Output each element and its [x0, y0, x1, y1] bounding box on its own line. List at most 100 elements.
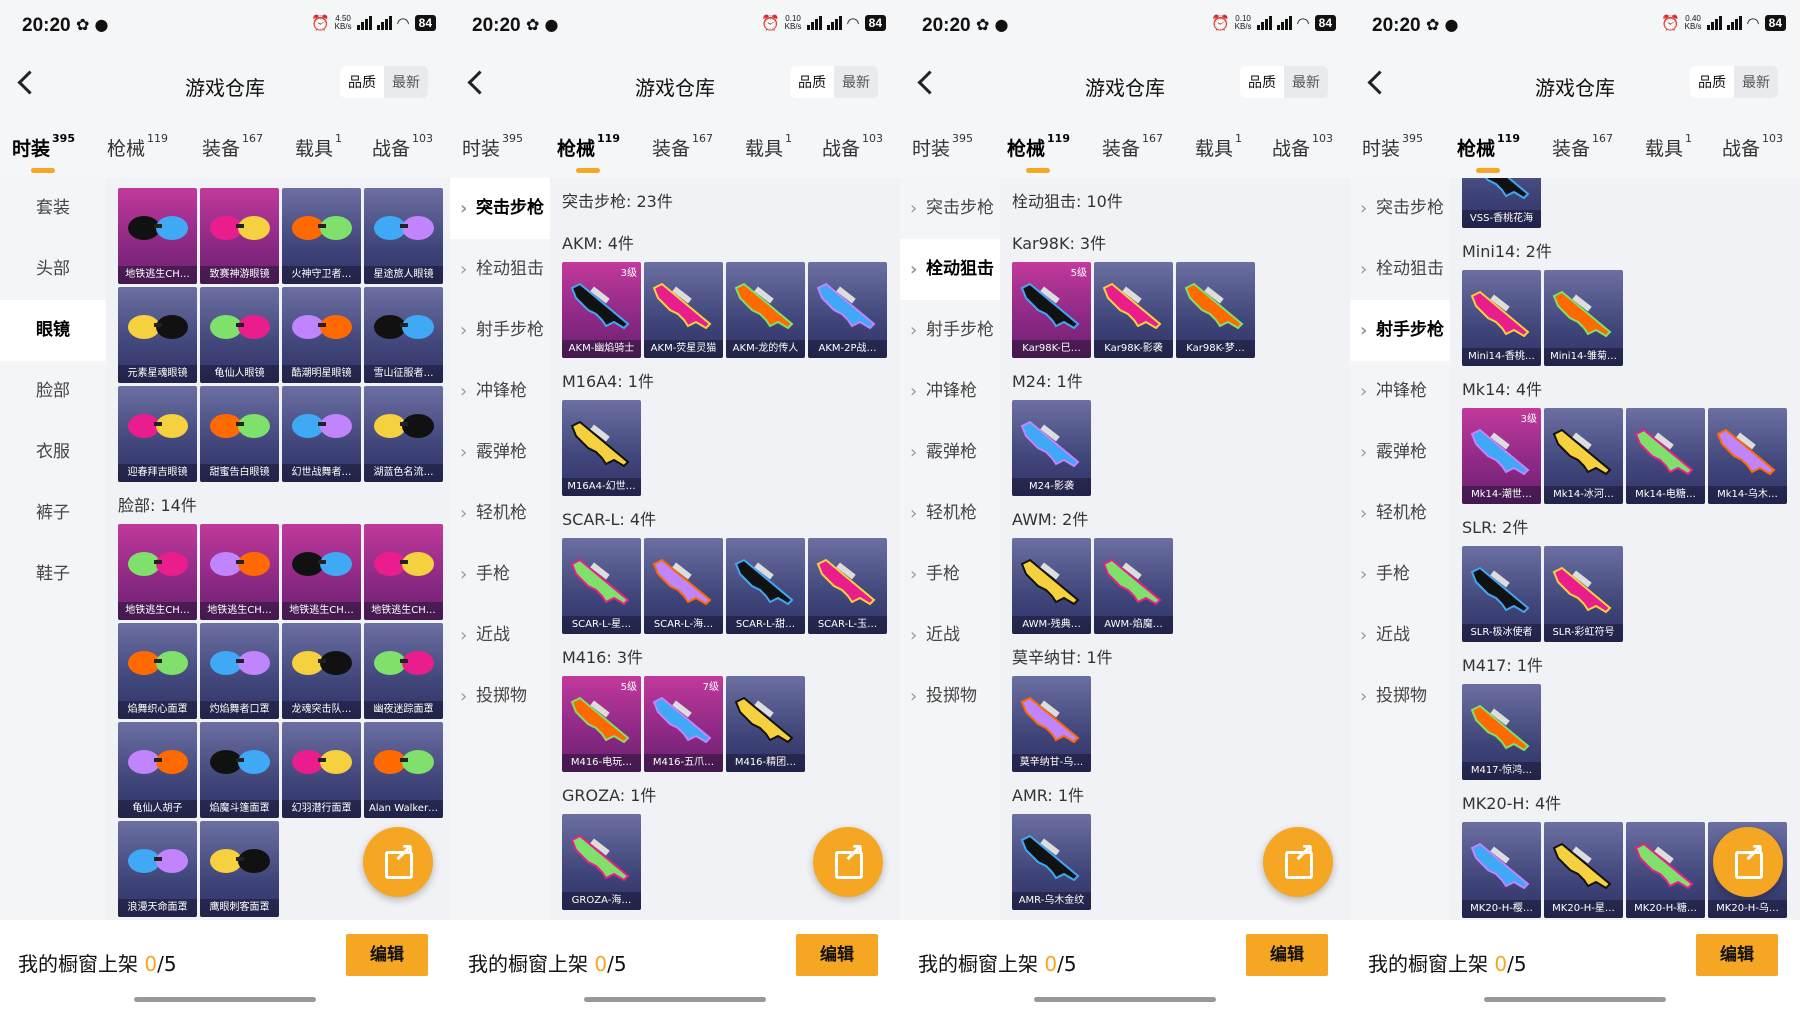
sidebar-item[interactable]: 突击步枪	[1350, 178, 1450, 239]
tab-1[interactable]: 枪械 119	[557, 132, 620, 173]
sidebar-item[interactable]: 突击步枪	[900, 178, 1000, 239]
sidebar-item[interactable]: 冲锋枪	[900, 361, 1000, 422]
tab-4[interactable]: 战备 103	[1272, 132, 1333, 161]
item-card[interactable]: Mk14-乌木…	[1708, 408, 1787, 504]
item-card[interactable]: 雪山征服者…	[364, 287, 443, 383]
item-card[interactable]: Kar98K-梦…	[1176, 262, 1255, 358]
sidebar-item[interactable]: 栓动狙击	[900, 239, 1000, 300]
item-card[interactable]: 星途旅人眼镜	[364, 188, 443, 284]
edit-button[interactable]: 编辑	[796, 934, 878, 976]
item-card[interactable]: 莫辛纳甘-乌…	[1012, 676, 1091, 772]
tab-0[interactable]: 时装 395	[1362, 132, 1423, 161]
item-card[interactable]: 3级 AKM-幽焰骑士	[562, 262, 641, 358]
tab-1[interactable]: 枪械 119	[1007, 132, 1070, 173]
sidebar-item[interactable]: 头部	[0, 239, 106, 300]
tab-3[interactable]: 载具 1	[745, 132, 792, 161]
tab-0[interactable]: 时装 395	[462, 132, 523, 161]
item-card[interactable]: 地铁逃生CH…	[118, 188, 197, 284]
item-card[interactable]: Mk14-电糖…	[1626, 408, 1705, 504]
share-button[interactable]	[1713, 827, 1783, 897]
share-button[interactable]	[1263, 827, 1333, 897]
item-card[interactable]: 地铁逃生CH…	[364, 524, 443, 620]
sidebar-item[interactable]: 轻机枪	[1350, 483, 1450, 544]
item-card[interactable]: 龟仙人胡子	[118, 722, 197, 818]
sidebar-item[interactable]: 射手步枪	[450, 300, 550, 361]
item-card[interactable]: 5级 M416-电玩…	[562, 676, 641, 772]
item-card[interactable]: AWM-焰魔…	[1094, 538, 1173, 634]
edit-button[interactable]: 编辑	[1246, 934, 1328, 976]
sidebar-item[interactable]: 投掷物	[1350, 666, 1450, 727]
item-card[interactable]: GROZA-海…	[562, 814, 641, 910]
item-card[interactable]: 幻羽潜行面罩	[282, 722, 361, 818]
item-card[interactable]: Mk14-冰河…	[1544, 408, 1623, 504]
item-card[interactable]: M16A4-幻世…	[562, 400, 641, 496]
item-card[interactable]: SCAR-L-星…	[562, 538, 641, 634]
sidebar-item[interactable]: 近战	[450, 605, 550, 666]
item-card[interactable]: M24-影袭	[1012, 400, 1091, 496]
sidebar-item[interactable]: 射手步枪	[900, 300, 1000, 361]
item-card[interactable]: 鹰眼刺客面罩	[200, 821, 279, 917]
item-card[interactable]: SCAR-L-甜…	[726, 538, 805, 634]
sort-quality-button[interactable]: 品质	[340, 66, 384, 98]
item-card[interactable]: SCAR-L-海…	[644, 538, 723, 634]
item-card[interactable]: MK20-H-糖…	[1626, 822, 1705, 918]
item-card[interactable]: 酷潮明星眼镜	[282, 287, 361, 383]
item-card[interactable]: 幻世战舞者…	[282, 386, 361, 482]
tab-1[interactable]: 枪械 119	[1457, 132, 1520, 173]
item-card[interactable]: MK20-H-樱…	[1462, 822, 1541, 918]
sort-latest-button[interactable]: 最新	[1284, 66, 1328, 98]
item-card[interactable]: 地铁逃生CH…	[282, 524, 361, 620]
item-card[interactable]: 浪漫天命面罩	[118, 821, 197, 917]
tab-3[interactable]: 载具 1	[1195, 132, 1242, 161]
share-button[interactable]	[813, 827, 883, 897]
sidebar-item[interactable]: 近战	[1350, 605, 1450, 666]
sidebar-item[interactable]: 套装	[0, 178, 106, 239]
item-card[interactable]: 焰魔斗篷面罩	[200, 722, 279, 818]
sidebar-item[interactable]: 衣服	[0, 422, 106, 483]
sidebar-item[interactable]: 手枪	[900, 544, 1000, 605]
sidebar-item[interactable]: 鞋子	[0, 544, 106, 605]
tab-4[interactable]: 战备 103	[372, 132, 433, 161]
tab-1[interactable]: 枪械 119	[107, 132, 168, 161]
sidebar-item[interactable]: 手枪	[1350, 544, 1450, 605]
item-card[interactable]: 迎春拜吉眼镜	[118, 386, 197, 482]
tab-2[interactable]: 装备 167	[202, 132, 263, 161]
tab-3[interactable]: 载具 1	[295, 132, 342, 161]
item-card[interactable]: Mini14-雏菊…	[1544, 270, 1623, 366]
item-card[interactable]: M417-惊鸿…	[1462, 684, 1541, 780]
sidebar-item[interactable]: 冲锋枪	[450, 361, 550, 422]
item-card[interactable]: M416-精团…	[726, 676, 805, 772]
tab-4[interactable]: 战备 103	[822, 132, 883, 161]
sort-quality-button[interactable]: 品质	[790, 66, 834, 98]
sidebar-item[interactable]: 投掷物	[900, 666, 1000, 727]
sidebar-item[interactable]: 眼镜	[0, 300, 106, 361]
item-card[interactable]: 灼焰舞者口罩	[200, 623, 279, 719]
item-card[interactable]: 元素星魂眼镜	[118, 287, 197, 383]
sidebar-item[interactable]: 投掷物	[450, 666, 550, 727]
sort-latest-button[interactable]: 最新	[1734, 66, 1778, 98]
sidebar-item[interactable]: 射手步枪	[1350, 300, 1450, 361]
item-card[interactable]: 甜蜜告白眼镜	[200, 386, 279, 482]
item-card[interactable]: 幽夜迷踪面罩	[364, 623, 443, 719]
tab-2[interactable]: 装备 167	[1552, 132, 1613, 161]
sidebar-item[interactable]: 冲锋枪	[1350, 361, 1450, 422]
tab-3[interactable]: 载具 1	[1645, 132, 1692, 161]
sidebar-item[interactable]: 脸部	[0, 361, 106, 422]
item-card[interactable]: SLR-彩虹符号	[1544, 546, 1623, 642]
item-card[interactable]: VSS-香桃花海	[1462, 178, 1541, 228]
sidebar-item[interactable]: 霰弹枪	[450, 422, 550, 483]
sidebar-item[interactable]: 霰弹枪	[1350, 422, 1450, 483]
item-card[interactable]: 湖蓝色名流…	[364, 386, 443, 482]
sidebar-item[interactable]: 突击步枪	[450, 178, 550, 239]
item-card[interactable]: 5级 Kar98K-巳…	[1012, 262, 1091, 358]
item-card[interactable]: Alan Walker…	[364, 722, 443, 818]
sidebar-item[interactable]: 栓动狙击	[450, 239, 550, 300]
tab-2[interactable]: 装备 167	[1102, 132, 1163, 161]
item-card[interactable]: 火神守卫者…	[282, 188, 361, 284]
sidebar-item[interactable]: 手枪	[450, 544, 550, 605]
item-card[interactable]: 焰舞织心面罩	[118, 623, 197, 719]
sort-quality-button[interactable]: 品质	[1690, 66, 1734, 98]
tab-0[interactable]: 时装 395	[12, 132, 75, 173]
item-card[interactable]: AWM-残典…	[1012, 538, 1091, 634]
item-card[interactable]: SCAR-L-玉…	[808, 538, 887, 634]
